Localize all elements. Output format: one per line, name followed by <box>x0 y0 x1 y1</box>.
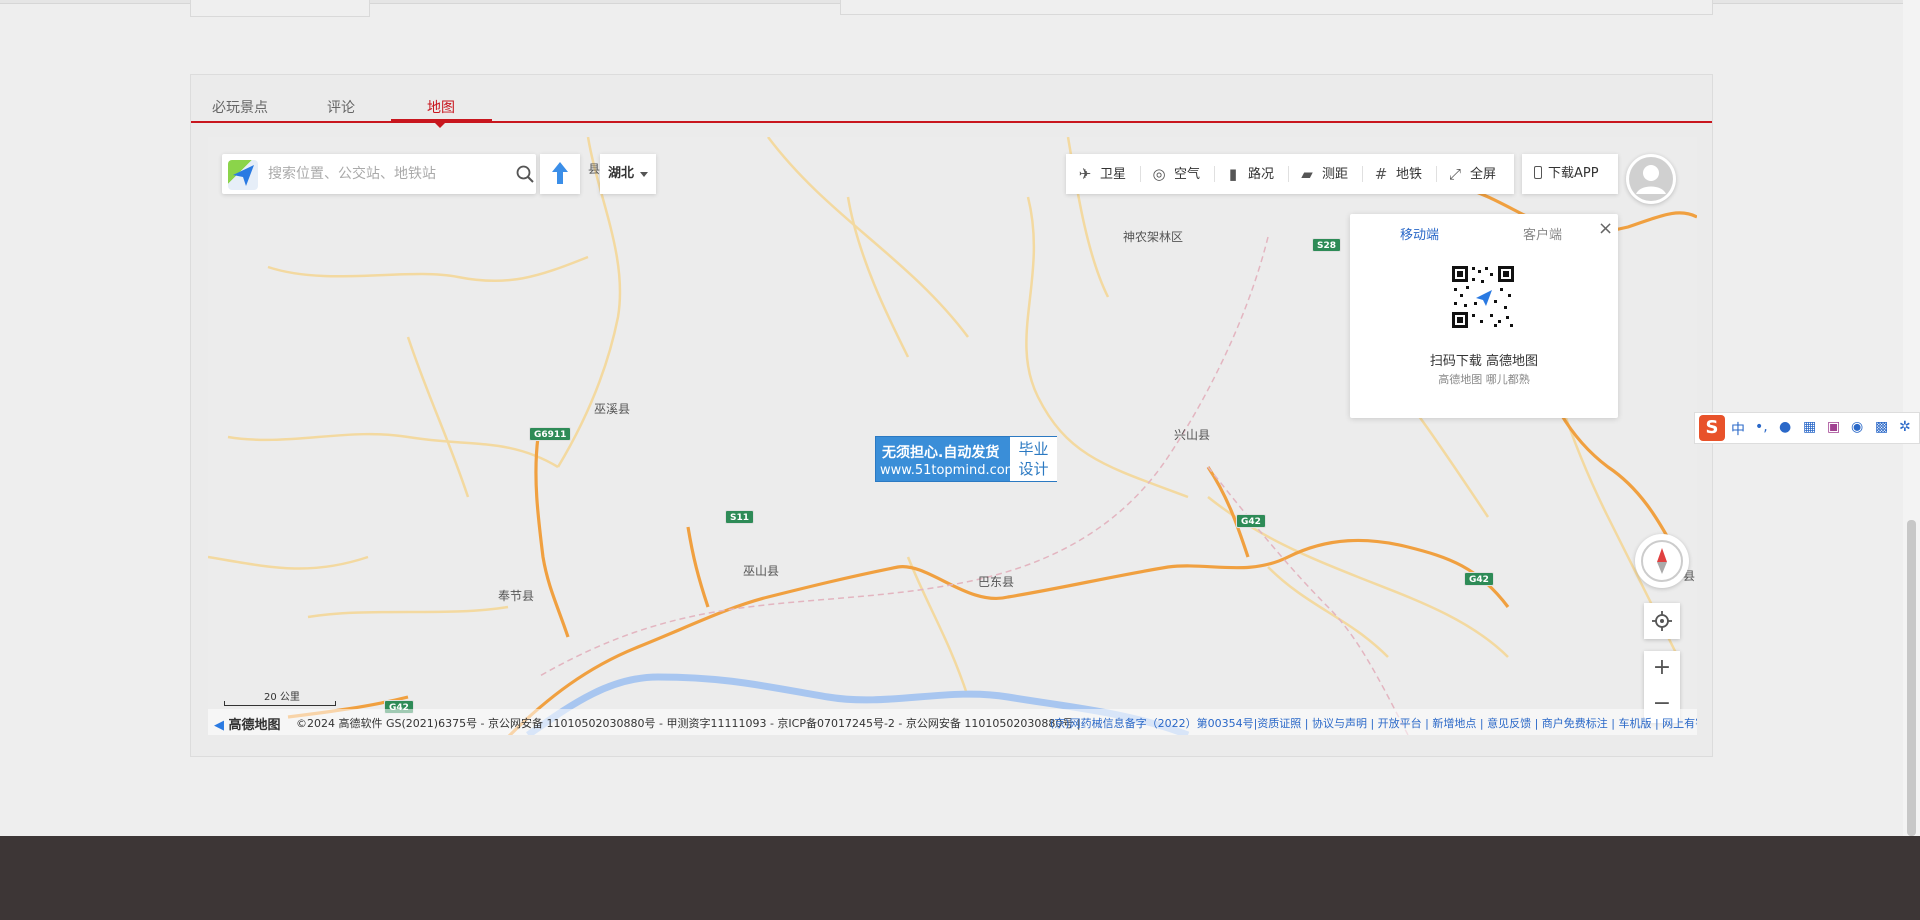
user-avatar-icon <box>1629 157 1673 201</box>
label-county-top: 县 <box>588 162 601 176</box>
label-wuxi: 巫溪县 <box>594 402 631 416</box>
watermark-line2: www.51topmind.com <box>880 463 1018 478</box>
ime-settings-icon[interactable]: ✲ <box>1899 419 1911 435</box>
road-shield-s28: S28 <box>1312 238 1342 252</box>
compass-icon <box>1641 540 1683 582</box>
ruler-icon: ▰ <box>1301 165 1313 183</box>
fullscreen-button[interactable]: ⤢ 全屏 <box>1446 154 1496 194</box>
label-badong: 巴东县 <box>978 575 1015 589</box>
amap-arrow-icon: ◀ <box>214 718 224 733</box>
map-copyright-bar: ◀ 高德地图 ©2024 高德软件 GS(2021)6375号 - 京公网安备 … <box>208 709 1697 735</box>
watermark-badge: 毕业 设计 <box>1010 437 1057 481</box>
ime-robot-icon[interactable]: ◉ <box>1851 419 1863 435</box>
scale-bar <box>224 701 336 706</box>
directions-arrow-icon <box>552 162 568 184</box>
locate-button[interactable] <box>1644 603 1680 639</box>
qr-tab-client[interactable]: 客户端 <box>1523 224 1562 243</box>
user-avatar[interactable] <box>1626 154 1676 204</box>
map-canvas[interactable]: 神农架林区 巫溪县 兴山县 巫山县 巴东县 奉节县 县 县 S28 G6911 … <box>208 137 1697 735</box>
tab-comments[interactable]: 评论 <box>327 97 355 117</box>
measure-button[interactable]: ▰ 测距 <box>1298 154 1348 194</box>
road-shield-g42-b: G42 <box>1464 572 1494 586</box>
satellite-icon: ✈ <box>1078 165 1092 183</box>
zoom-in-icon[interactable]: + <box>1644 651 1680 687</box>
attraction-card: 必玩景点 评论 地图 神农架林区 巫溪县 兴山县 巫山县 巴东县 奉节县 县 县… <box>190 74 1713 757</box>
toolbar-divider <box>1436 166 1437 182</box>
scrollbar-thumb[interactable] <box>1907 520 1916 836</box>
label-shennongjia: 神农架林区 <box>1123 230 1184 244</box>
search-box <box>222 154 536 194</box>
traffic-light-icon: ▮ <box>1228 165 1238 183</box>
toolbar-divider <box>1214 166 1215 182</box>
region-selector[interactable]: 湖北 <box>600 154 656 194</box>
fullscreen-icon: ⤢ <box>1448 165 1461 183</box>
compass-control[interactable] <box>1635 534 1689 588</box>
download-app-button[interactable]: 下载APP <box>1522 154 1618 194</box>
qr-tab-mobile[interactable]: 移动端 <box>1400 224 1439 243</box>
footer-links[interactable]: (京)网药械信息备字（2022）第00354号|资质证照 | 协议与声明 | 开… <box>1050 715 1697 731</box>
amap-logo-icon <box>228 160 258 190</box>
tab-attractions[interactable]: 必玩景点 <box>212 97 268 117</box>
subway-icon: # <box>1374 165 1388 183</box>
watermark-banner: 无须担心.自动发货 www.51topmind.com 毕业 设计 <box>875 436 1057 482</box>
search-input[interactable] <box>268 164 508 184</box>
ime-punctuation-icon[interactable]: •, <box>1755 419 1768 435</box>
ime-mode-label[interactable]: 中 <box>1731 419 1745 439</box>
ime-keyboard-icon[interactable]: ▦ <box>1803 419 1816 435</box>
road-shield-g42-a: G42 <box>1236 514 1266 528</box>
ime-apps-icon[interactable]: ▩ <box>1875 419 1888 435</box>
label-fengjie: 奉节县 <box>498 589 535 603</box>
road-shield-g6911: G6911 <box>529 427 572 441</box>
watermark-line1: 无须担心.自动发货 <box>882 445 1000 461</box>
label-xingshan: 兴山县 <box>1174 428 1211 442</box>
previous-section-box-left <box>190 0 370 17</box>
qr-subtitle: 高德地图 哪儿都熟 <box>1438 373 1530 386</box>
ime-mic-icon[interactable]: ● <box>1779 419 1791 435</box>
copyright-text: ©2024 高德软件 GS(2021)6375号 - 京公网安备 1101050… <box>296 717 1081 730</box>
chevron-down-icon <box>640 172 648 177</box>
toolbar-divider <box>1362 166 1363 182</box>
amap-brand: ◀ 高德地图 <box>214 718 281 733</box>
sogou-logo-icon: S <box>1699 415 1725 441</box>
close-icon[interactable]: × <box>1598 218 1613 239</box>
locate-icon <box>1652 611 1672 631</box>
map-scale: 20 公里 <box>224 688 336 708</box>
subway-button[interactable]: # 地铁 <box>1372 154 1422 194</box>
qr-title: 扫码下载 高德地图 <box>1429 354 1539 369</box>
tab-map[interactable]: 地图 <box>427 97 455 117</box>
search-icon[interactable] <box>515 164 535 184</box>
toolbar-divider <box>1140 166 1141 182</box>
region-label: 湖北 <box>608 166 635 181</box>
previous-section-box-right <box>840 0 1713 15</box>
road-shield-s11: S11 <box>725 510 755 524</box>
ime-toolbar: S 中 •, ● ▦ ▣ ◉ ▩ ✲ <box>1694 412 1920 444</box>
phone-icon <box>1534 166 1542 179</box>
qr-code-icon <box>1450 264 1516 330</box>
page-footer <box>0 836 1920 920</box>
tab-bar: 必玩景点 评论 地图 <box>191 75 1712 123</box>
toolbar-divider <box>1288 166 1289 182</box>
map-toolbar: ✈ 卫星 ◎ 空气 ▮ 路况 ▰ 测距 # 地铁 ⤢ 全屏 <box>1066 154 1514 194</box>
app-download-panel: 移动端 客户端 × 扫码下载 高德地图 高德地图 哪儿都熟 <box>1350 214 1618 418</box>
traffic-button[interactable]: ▮ 路况 <box>1224 154 1274 194</box>
label-wushan: 巫山县 <box>743 564 780 578</box>
directions-button[interactable] <box>540 154 580 194</box>
active-tab-caret <box>435 123 445 128</box>
air-icon: ◎ <box>1152 165 1166 183</box>
ime-skin-icon[interactable]: ▣ <box>1827 419 1840 435</box>
air-quality-button[interactable]: ◎ 空气 <box>1150 154 1200 194</box>
satellite-button[interactable]: ✈ 卫星 <box>1076 154 1126 194</box>
